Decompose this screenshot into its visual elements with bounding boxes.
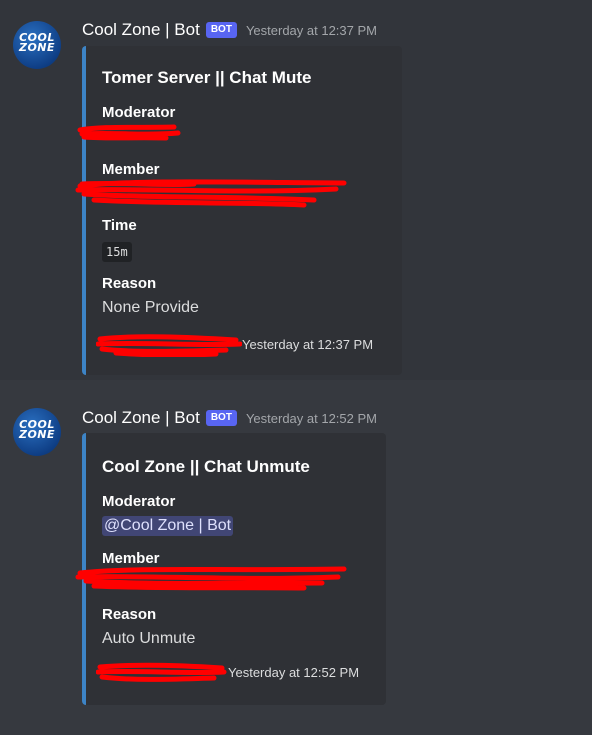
message-header: Cool Zone | Bot BOT Yesterday at 12:52 P… [82, 407, 377, 429]
message-1: COOL ZONE Cool Zone | Bot BOT Yesterday … [0, 0, 592, 380]
embed: Tomer Server || Chat Mute Moderator Memb… [75, 46, 402, 375]
redacted-footer-scribble [96, 662, 227, 682]
field-reason-name: Reason [102, 275, 157, 292]
field-time-value: 15m [102, 242, 132, 262]
field-moderator-name: Moderator [102, 104, 176, 121]
redacted-member-scribble [75, 566, 347, 591]
cool-zone-logo-icon: COOL ZONE [18, 418, 56, 441]
redacted-footer-scribble [96, 334, 242, 357]
field-reason-name: Reason [102, 606, 157, 623]
embed-footer: Yesterday at 12:37 PM [96, 331, 373, 357]
embed-footer-timestamp: Yesterday at 12:52 PM [228, 664, 360, 680]
field-reason-value: Auto Unmute [102, 630, 196, 647]
bot-tag: BOT [205, 410, 237, 426]
bot-avatar[interactable]: COOL ZONE [13, 21, 61, 69]
embed-title: Cool Zone || Chat Unmute [102, 457, 310, 476]
bot-avatar[interactable]: COOL ZONE [13, 408, 61, 456]
message-header: Cool Zone | Bot BOT Yesterday at 12:37 P… [82, 19, 377, 41]
username[interactable]: Cool Zone | Bot [82, 408, 200, 428]
field-time-name: Time [102, 217, 137, 234]
moderator-mention[interactable]: @Cool Zone | Bot [102, 516, 234, 536]
embed-footer: Yesterday at 12:52 PM [96, 659, 359, 685]
cool-zone-logo-icon: COOL ZONE [18, 31, 56, 54]
embed-title: Tomer Server || Chat Mute [102, 68, 312, 87]
redacted-member-scribble [75, 179, 347, 208]
redacted-moderator-scribble [77, 124, 181, 141]
bot-tag: BOT [205, 22, 237, 38]
embed-footer-timestamp: Yesterday at 12:37 PM [242, 336, 374, 352]
field-moderator-name: Moderator [102, 493, 176, 510]
message-timestamp[interactable]: Yesterday at 12:52 PM [246, 411, 377, 426]
embed: Cool Zone || Chat Unmute Moderator @Cool… [75, 433, 386, 705]
username[interactable]: Cool Zone | Bot [82, 20, 200, 40]
field-reason-value: None Provide [102, 299, 199, 316]
message-timestamp[interactable]: Yesterday at 12:37 PM [246, 23, 377, 38]
